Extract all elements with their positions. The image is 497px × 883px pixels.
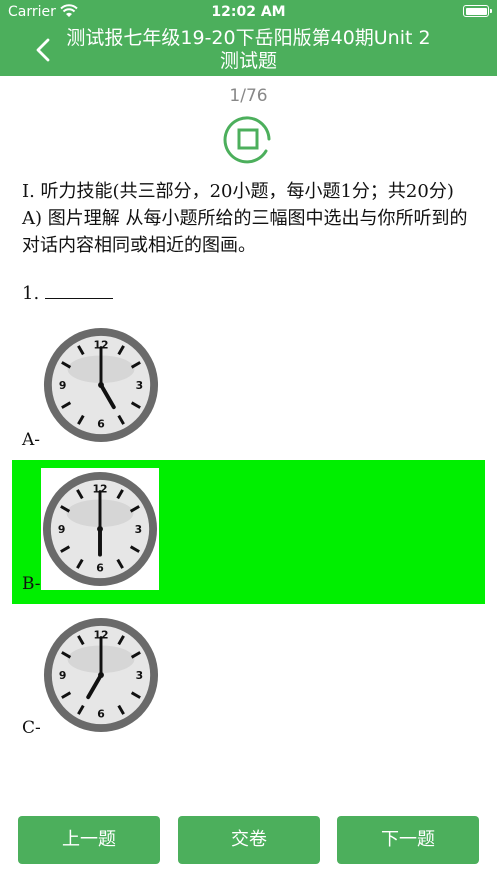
status-time: 12:02 AM (211, 4, 286, 20)
option-b[interactable]: 12 3 6 9 B- (12, 460, 485, 604)
answer-blank (44, 283, 113, 299)
svg-text:3: 3 (136, 669, 144, 682)
back-chevron-icon[interactable] (32, 36, 56, 64)
svg-text:3: 3 (136, 379, 144, 392)
page-title: 测试报七年级19-20下岳阳版第40期Unit 2测试题 (66, 27, 431, 72)
svg-text:9: 9 (58, 523, 66, 536)
question-counter: 1/76 (229, 86, 268, 106)
svg-text:9: 9 (59, 379, 67, 392)
section-title: Ⅰ. 听力技能(共三部分，20小题，每小题1分；共20分) (22, 181, 454, 202)
next-question-button[interactable]: 下一题 (337, 816, 479, 864)
svg-text:6: 6 (97, 707, 105, 720)
nav-bar: 测试报七年级19-20下岳阳版第40期Unit 2测试题 (0, 24, 497, 76)
status-bar: Carrier 12:02 AM (0, 0, 497, 24)
clock-icon: 12369 (43, 617, 159, 733)
option-label: B- (22, 574, 41, 594)
svg-text:3: 3 (135, 523, 143, 536)
option-label: A- (22, 430, 41, 450)
part-instruction: A) 图片理解 从每小题所给的三幅图中选出与你所听到的对话内容相同或相近的图画。 (22, 208, 468, 256)
clock-icon: 12369 (42, 471, 158, 587)
option-label: C- (22, 718, 41, 738)
battery-icon (463, 5, 492, 17)
svg-text:9: 9 (59, 669, 67, 682)
option-c[interactable]: 12 3 6 9 C- (12, 610, 485, 744)
prev-question-button[interactable]: 上一题 (18, 816, 160, 864)
question-number-text: 1. (22, 283, 45, 304)
question-stem: Ⅰ. 听力技能(共三部分，20小题，每小题1分；共20分) A) 图片理解 从每… (22, 178, 482, 259)
question-number: 1. (22, 283, 113, 304)
bottom-toolbar: 上一题 交卷 下一题 (0, 816, 497, 866)
answer-sheet-icon[interactable] (222, 113, 274, 165)
submit-button[interactable]: 交卷 (178, 816, 320, 864)
svg-text:6: 6 (96, 561, 104, 574)
clock-icon: 12369 (43, 327, 159, 443)
option-a[interactable]: 12 3 6 9 A- (12, 318, 485, 452)
svg-text:6: 6 (97, 417, 105, 430)
